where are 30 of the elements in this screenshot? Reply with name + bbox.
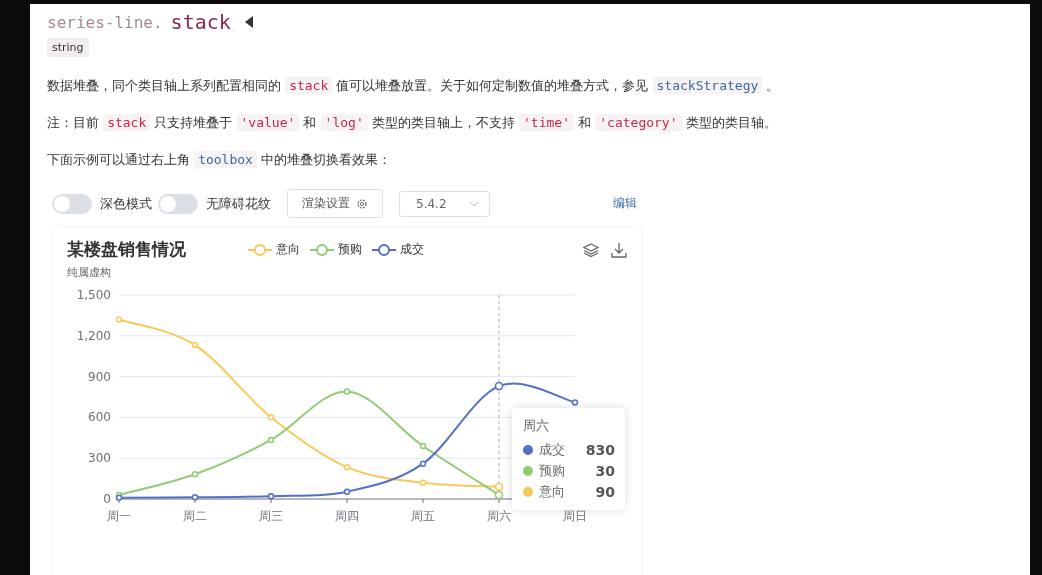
axis-label: 周三: [259, 509, 283, 523]
series-value: 30: [595, 462, 615, 479]
series-value: 830: [585, 441, 615, 458]
description-paragraph: 注：目前 stack 只支持堆叠于 'value' 和 'log' 类型的类目轴上，不支持 'time' 和 'category' 类型的类目轴。: [47, 114, 778, 132]
axis-label: 300: [88, 451, 111, 466]
series-name: 意向: [539, 482, 565, 501]
description-paragraph: 下面示例可以通过右上角 toolbox 中的堆叠切换看效果：: [47, 151, 393, 169]
axis-label: 900: [88, 369, 111, 384]
toggle-label: 深色模式: [100, 194, 152, 213]
option-path: series-line.: [47, 12, 163, 32]
axis-label: 600: [88, 410, 111, 425]
series-name: 成交: [539, 440, 565, 459]
axis-label: 周日: [563, 509, 587, 523]
axis-label: 周二: [183, 509, 207, 523]
option-name: stack: [170, 10, 231, 34]
axis-label: 周一: [107, 509, 131, 523]
series-name: 预购: [539, 461, 565, 480]
axis-label: 1,500: [76, 288, 111, 302]
description-paragraph: 数据堆叠，同个类目轴上系列配置相同的 stack 值可以堆叠放置。关于如何定制数值的堆叠方式，参见 stackStrategy 。: [47, 77, 781, 95]
chart-title: 某楼盘销售情况: [67, 238, 186, 261]
chart-subtitle: 纯属虚构: [66, 265, 112, 280]
axis-label: 0: [103, 492, 111, 506]
toggle-label: 无障碍花纹: [206, 194, 271, 213]
axis-label: 周六: [487, 509, 511, 523]
type-badge: string: [47, 38, 89, 57]
tooltip-title: 周六: [523, 417, 550, 435]
axis-label: 周四: [335, 509, 359, 523]
series-value: 90: [595, 483, 615, 500]
axis-label: 周五: [411, 509, 435, 523]
axis-label: 1,200: [76, 328, 111, 343]
